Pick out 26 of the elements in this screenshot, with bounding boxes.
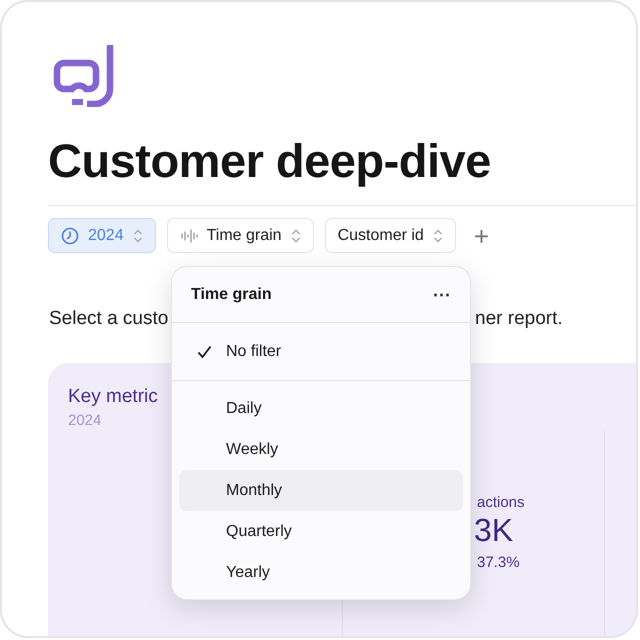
filter-chip[interactable]: Customer id <box>324 218 456 253</box>
menu-item[interactable]: Weekly <box>179 429 463 470</box>
menu-item[interactable]: Monthly <box>179 470 463 511</box>
page-title: Customer deep-dive <box>48 133 492 189</box>
waveform-icon <box>180 226 198 244</box>
menu-item[interactable]: Yearly <box>179 552 463 593</box>
checkmark-icon <box>197 345 212 359</box>
more-options-button[interactable]: ··· <box>433 286 451 304</box>
clock-icon <box>61 226 79 244</box>
menu-item[interactable]: No filter <box>179 331 463 372</box>
dropdown-title: Time grain <box>191 284 272 304</box>
sort-chevrons-icon <box>432 228 443 244</box>
add-filter-button[interactable]: + <box>474 222 490 248</box>
menu-item[interactable]: Daily <box>179 388 463 429</box>
sort-chevrons-icon <box>290 228 301 244</box>
metric-change: 37.3% <box>477 553 520 573</box>
menu-item[interactable]: Quarterly <box>179 511 463 552</box>
card-subtitle: 2024 <box>68 411 102 431</box>
metric-value: 3K <box>474 511 514 550</box>
snorkel-logo-icon <box>52 43 116 107</box>
sort-chevrons-icon <box>132 228 143 244</box>
card-title: Key metric <box>68 385 158 409</box>
description-text: ner report. <box>475 307 563 331</box>
filter-chip[interactable]: Time grain <box>166 218 314 253</box>
metric-label: actions <box>477 493 525 513</box>
description-text: Select a custo <box>49 307 168 331</box>
